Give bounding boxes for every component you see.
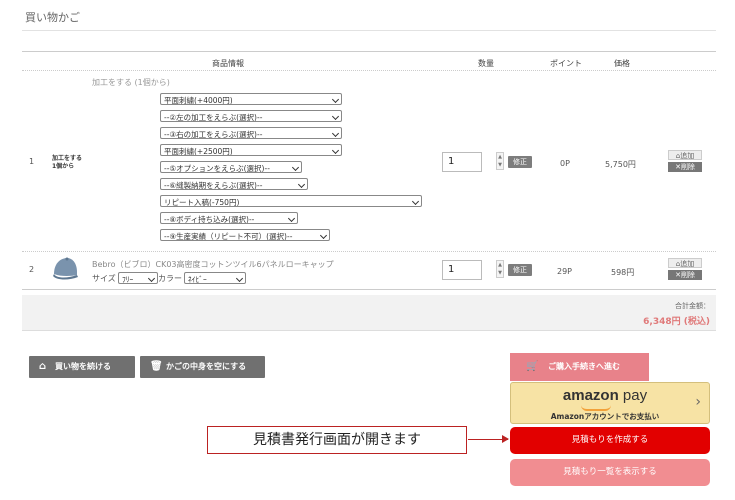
update-button[interactable]: 修正 <box>508 264 532 276</box>
processing-title: 加工をする (1個から) <box>92 78 170 87</box>
size-label: サイズ <box>92 274 116 283</box>
checkout-label: ご購入手続きへ進む <box>548 362 620 371</box>
amazon-pay-subtext: Amazonアカウントでお支払い <box>550 412 660 421</box>
page-title: 買い物かご <box>25 11 80 24</box>
pay-logo-text: pay <box>622 387 648 404</box>
color-select[interactable]: ﾈｲﾋﾞｰ <box>184 272 246 284</box>
amazon-pay-logo: amazon pay <box>511 387 699 404</box>
continue-shopping-label: 買い物を続ける <box>55 362 111 371</box>
item-short-label: 加工をする 1個から <box>52 155 82 171</box>
cart-icon: 🛒 <box>526 361 539 372</box>
cap-product-image <box>53 257 78 280</box>
title-divider <box>22 30 716 31</box>
annotation-arrow <box>468 435 509 443</box>
header-qty: 数量 <box>478 59 494 68</box>
table-row: 1 加工をする 1個から 加工をする (1個から) 平面刺繍(+4000円) -… <box>22 71 716 252</box>
delete-label: 削除 <box>680 271 695 279</box>
quantity-input[interactable]: 1 <box>442 152 482 172</box>
checkout-button[interactable]: 🛒 ご購入手続きへ進む <box>510 353 649 381</box>
chevron-right-icon: › <box>695 394 701 410</box>
add-button[interactable]: ⌂追加 <box>668 150 702 160</box>
table-header: 商品情報 数量 ポイント 価格 <box>22 51 716 71</box>
add-label: 追加 <box>680 260 695 268</box>
select-option-9[interactable]: --⑨生産実績（リピート不可）(選択)-- <box>160 229 330 241</box>
total-value: 6,348円 (税込) <box>643 317 710 327</box>
product-name: Bebro（ビブロ）CK03高密度コットンツイル6パネルローキャップ <box>92 260 334 269</box>
item-short-label-2: 1個から <box>52 163 75 170</box>
row-number: 1 <box>29 157 35 166</box>
select-option-2[interactable]: --②左の加工をえらぶ(選択)-- <box>160 110 342 122</box>
points-value: 29P <box>557 267 573 276</box>
continue-shopping-button[interactable]: ⌂ 買い物を続ける <box>29 356 135 378</box>
item-short-label-1: 加工をする <box>52 155 83 162</box>
total-box: 合計金額： 6,348円 (税込) <box>22 295 716 331</box>
select-option-6[interactable]: --⑥縫製納期をえらぶ(選択)-- <box>160 178 308 190</box>
price-value: 5,750円 <box>605 160 636 169</box>
amazon-logo-text: amazon <box>562 387 619 404</box>
header-price: 価格 <box>614 59 630 68</box>
header-product: 商品情報 <box>212 59 244 68</box>
select-option-7[interactable]: リピート入稿(-750円) <box>160 195 422 207</box>
delete-button[interactable]: ✕削除 <box>668 162 702 172</box>
empty-cart-label: かごの中身を空にする <box>166 362 247 371</box>
quantity-stepper[interactable]: ▲ ▼ <box>496 260 504 278</box>
annotation-callout: 見積書発行画面が開きます <box>207 426 467 454</box>
delete-button[interactable]: ✕削除 <box>668 270 702 280</box>
select-option-4[interactable]: 平面刺繍(+2500円) <box>160 144 342 156</box>
header-points: ポイント <box>550 59 582 68</box>
select-option-5[interactable]: --⑤オプションをえらぶ(選択)-- <box>160 161 302 173</box>
quote-list-button[interactable]: 見積もり一覧を表示する <box>510 459 710 486</box>
empty-cart-button[interactable]: 🗑 かごの中身を空にする <box>140 356 265 378</box>
update-button[interactable]: 修正 <box>508 156 532 168</box>
row-number: 2 <box>29 265 35 274</box>
delete-label: 削除 <box>680 163 695 171</box>
select-option-1[interactable]: 平面刺繍(+4000円) <box>160 93 342 105</box>
add-button[interactable]: ⌂追加 <box>668 258 702 268</box>
total-label: 合計金額： <box>675 302 710 310</box>
color-label: カラー <box>158 274 182 283</box>
create-quote-button[interactable]: 見積もりを作成する <box>510 427 710 454</box>
select-option-8[interactable]: --⑧ボディ持ち込み(選択)-- <box>160 212 298 224</box>
home-icon: ⌂ <box>39 361 47 372</box>
add-label: 追加 <box>680 152 695 160</box>
table-row: 2 Bebro（ビブロ）CK03高密度コットンツイル6パネルローキャップ サイズ… <box>22 252 716 290</box>
trash-icon: 🗑 <box>150 361 163 372</box>
points-value: 0P <box>560 159 570 168</box>
size-select[interactable]: ﾌﾘｰ <box>118 272 158 284</box>
cart-table: 商品情報 数量 ポイント 価格 1 加工をする 1個から 加工をする (1個から… <box>22 51 716 290</box>
quantity-input[interactable]: 1 <box>442 260 482 280</box>
quantity-stepper[interactable]: ▲ ▼ <box>496 152 504 170</box>
amazon-pay-button[interactable]: amazon pay Amazonアカウントでお支払い › <box>510 382 710 424</box>
select-option-3[interactable]: --③右の加工をえらぶ(選択)-- <box>160 127 342 139</box>
price-value: 598円 <box>611 268 635 277</box>
